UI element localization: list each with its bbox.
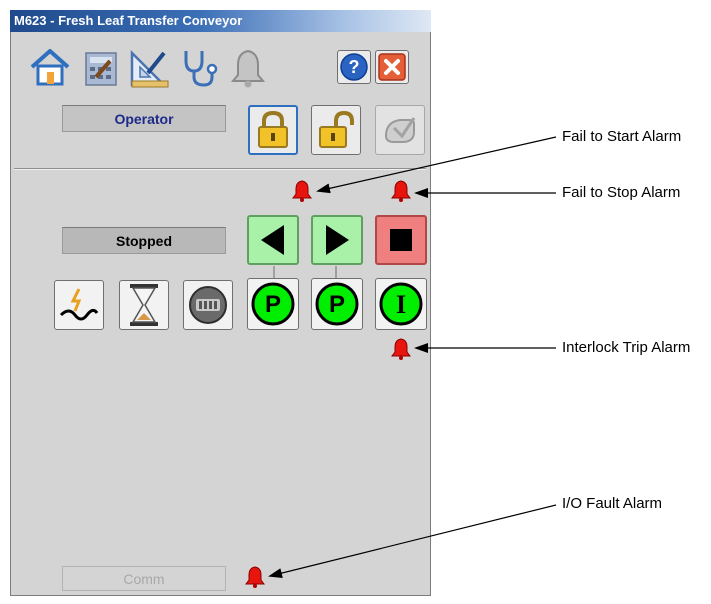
fail-to-stop-label: Fail to Stop Alarm <box>562 184 681 201</box>
fail-to-start-label: Fail to Start Alarm <box>562 128 682 145</box>
io-fault-label: I/O Fault Alarm <box>562 495 663 512</box>
interlock-trip-label: Interlock Trip Alarm <box>562 339 691 356</box>
fail-to-start-arrow <box>316 136 557 194</box>
callout-arrows <box>268 136 557 578</box>
io-fault-arrow <box>268 504 557 578</box>
